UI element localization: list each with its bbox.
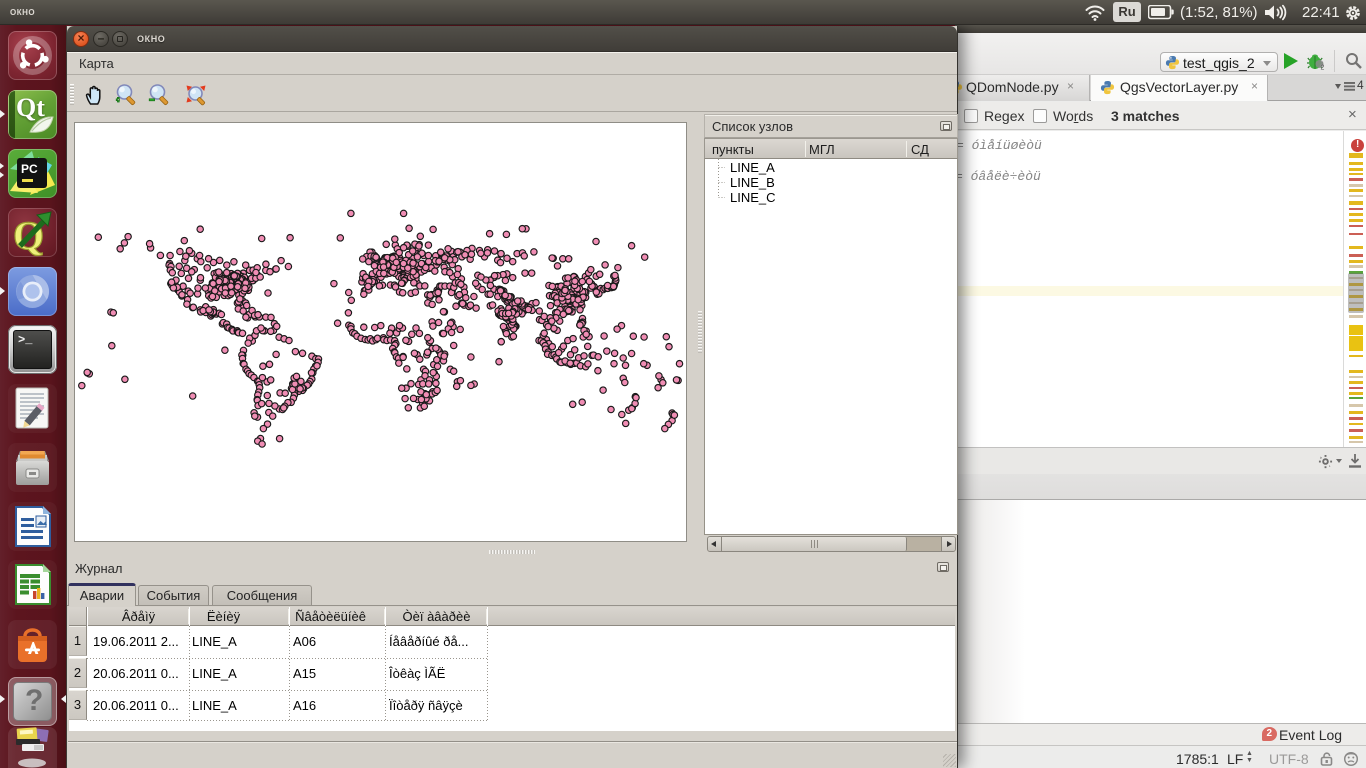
svg-text:2: 2 xyxy=(1321,65,1325,71)
